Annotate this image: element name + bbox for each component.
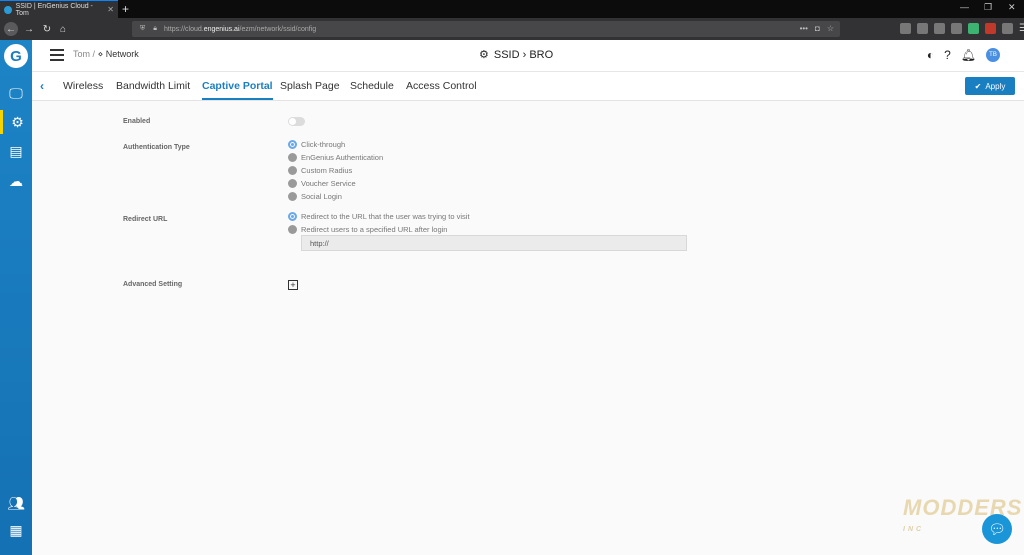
new-tab-icon[interactable]: + [122, 2, 129, 16]
monitor-icon[interactable]: 🖵 [0, 81, 32, 105]
library-icon[interactable] [900, 23, 911, 34]
radio-unchecked[interactable] [288, 179, 297, 188]
url-prefix: https://cloud. [164, 25, 204, 33]
app-header: Tom / ⋄ Network ⚙ SSID › BRO ◐ ? 🔔︎ TB [32, 40, 1024, 72]
chat-support-icon[interactable]: 💬︎ [982, 514, 1012, 544]
tab-wireless[interactable]: Wireless [63, 80, 103, 92]
extension-icon[interactable] [968, 23, 979, 34]
redirect-option-specified[interactable]: Redirect users to a specified URL after … [288, 225, 447, 234]
close-tab-icon[interactable]: ✕ [107, 5, 114, 14]
breadcrumb-root[interactable]: Tom [73, 49, 90, 59]
auth-option-label: Voucher Service [301, 179, 356, 188]
browser-tab-bar: SSID | EnGenius Cloud - Tom ✕ + — ❐ ✕ [0, 0, 1024, 18]
cloud-icon[interactable]: ☁ [0, 169, 32, 193]
browser-toolbar: ☰ [900, 23, 1024, 34]
url-bar[interactable]: ⛨ 🔒︎ https://cloud. engenius.ai /ezm/net… [132, 21, 840, 37]
browser-nav-bar: ← → ↻ ⌂ ⛨ 🔒︎ https://cloud. engenius.ai … [0, 18, 1024, 40]
sidebar-icon[interactable] [917, 23, 928, 34]
radio-unchecked[interactable] [288, 192, 297, 201]
radio-unchecked[interactable] [288, 225, 297, 234]
browser-tab-title: SSID | EnGenius Cloud - Tom [15, 2, 93, 17]
check-icon: ✔ [974, 81, 982, 91]
minimize-icon[interactable]: — [960, 2, 969, 12]
auth-option-social-login[interactable]: Social Login [288, 192, 342, 201]
list-icon[interactable]: ▤ [0, 139, 32, 163]
redirect-option-original[interactable]: Redirect to the URL that the user was tr… [288, 212, 470, 221]
network-icon: ⋄ [97, 49, 104, 59]
breadcrumb-current[interactable]: Network [106, 49, 139, 59]
lock-icon[interactable]: 🔒︎ [153, 25, 157, 33]
app-left-rail: G 🖵 ⚙ ▤ ☁ 👥︎ ▦ [0, 40, 32, 555]
engenius-logo[interactable]: G [4, 44, 28, 68]
redirect-option-label: Redirect to the URL that the user was tr… [301, 212, 470, 221]
adblock-icon[interactable] [985, 23, 996, 34]
avatar[interactable]: TB [986, 48, 1000, 62]
radio-unchecked[interactable] [288, 166, 297, 175]
auth-type-label: Authentication Type [123, 144, 190, 151]
breadcrumb-separator: / [92, 49, 96, 59]
apply-label: Apply [985, 81, 1006, 91]
tab-bandwidth-limit[interactable]: Bandwidth Limit [116, 80, 190, 92]
enabled-toggle[interactable] [288, 117, 305, 126]
pocket-icon[interactable]: ◘ [815, 24, 820, 33]
contrast-icon[interactable]: ◐ [927, 48, 934, 62]
chevron-left-icon[interactable]: ‹ [40, 79, 44, 93]
auth-option-click-through[interactable]: Click-through [288, 140, 345, 149]
engenius-favicon-icon [4, 5, 12, 14]
bell-icon[interactable]: 🔔︎ [961, 48, 976, 62]
url-path: /ezm/network/ssid/config [239, 25, 317, 33]
auth-option-voucher[interactable]: Voucher Service [288, 179, 356, 188]
redirect-option-label: Redirect users to a specified URL after … [301, 225, 448, 234]
shield-icon[interactable]: ⛨ [140, 25, 145, 33]
apply-button[interactable]: ✔ Apply [965, 77, 1015, 95]
advanced-setting-label: Advanced Setting [123, 281, 183, 288]
redirect-url-input[interactable]: http:// [301, 235, 687, 251]
extension-icon[interactable] [1002, 23, 1013, 34]
page-title: ⚙ SSID › BRO [479, 48, 554, 62]
auth-option-custom-radius[interactable]: Custom Radius [288, 166, 352, 175]
url-host: engenius.ai [203, 25, 240, 33]
building-icon[interactable]: ▦ [0, 518, 32, 542]
ssid-config-tabs: ‹ Wireless Bandwidth Limit Captive Porta… [32, 72, 1024, 101]
extension-icon[interactable] [934, 23, 945, 34]
auth-option-label: EnGenius Authentication [301, 153, 384, 162]
tab-access-control[interactable]: Access Control [406, 80, 477, 92]
auth-option-engenius[interactable]: EnGenius Authentication [288, 153, 383, 162]
expand-plus-icon[interactable]: + [288, 280, 298, 290]
auth-option-label: Social Login [301, 192, 342, 201]
page-title-text: SSID › BRO [493, 48, 554, 61]
reload-icon[interactable]: ↻ [40, 22, 54, 36]
enabled-label: Enabled [123, 118, 151, 125]
auth-option-label: Custom Radius [301, 166, 353, 175]
redirect-url-label: Redirect URL [123, 216, 168, 223]
users-icon[interactable]: 👥︎ [0, 491, 32, 515]
gear-icon: ⚙ [479, 49, 489, 61]
back-icon[interactable]: ← [4, 22, 18, 36]
home-icon[interactable]: ⌂ [56, 22, 70, 36]
tab-splash-page[interactable]: Splash Page [280, 80, 340, 92]
tab-schedule[interactable]: Schedule [350, 80, 394, 92]
browser-tab[interactable]: SSID | EnGenius Cloud - Tom ✕ [0, 0, 118, 18]
radio-checked[interactable] [288, 140, 297, 149]
radio-checked[interactable] [288, 212, 297, 221]
hamburger-menu-icon[interactable] [50, 49, 64, 61]
extension-icon[interactable] [951, 23, 962, 34]
restore-icon[interactable]: ❐ [984, 2, 992, 13]
auth-option-label: Click-through [301, 140, 346, 149]
close-window-icon[interactable]: ✕ [1008, 2, 1016, 13]
toggle-knob [289, 118, 296, 125]
help-icon[interactable]: ? [944, 48, 951, 62]
menu-icon[interactable]: ☰ [1019, 23, 1024, 34]
settings-gear-icon[interactable]: ⚙ [0, 110, 32, 134]
tab-captive-portal[interactable]: Captive Portal [202, 80, 273, 100]
forward-icon[interactable]: → [22, 22, 36, 36]
breadcrumb: Tom / ⋄ Network [73, 49, 139, 60]
page-actions-icon[interactable]: ••• [800, 24, 808, 33]
radio-unchecked[interactable] [288, 153, 297, 162]
bookmark-star-icon[interactable]: ☆ [827, 24, 834, 33]
